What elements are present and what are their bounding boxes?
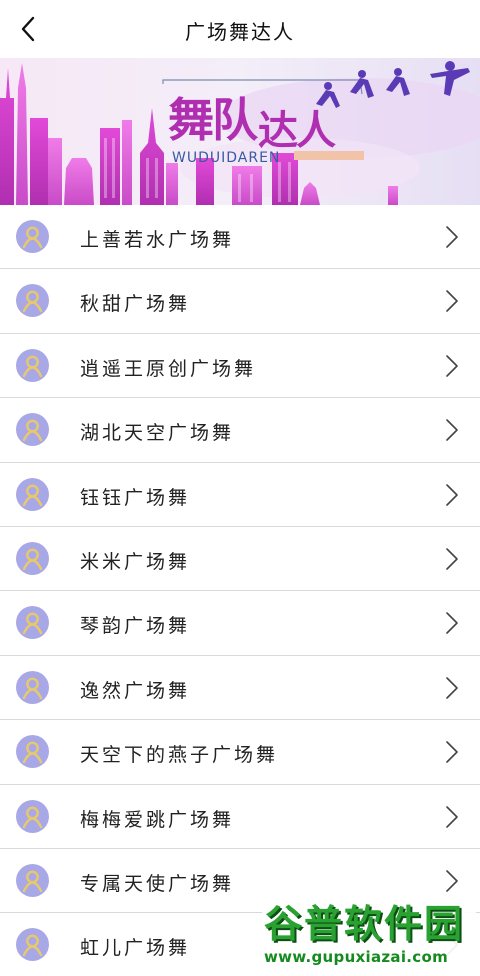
user-icon: [22, 806, 43, 828]
avatar: [16, 606, 49, 640]
list-item-label: 虹儿广场舞: [80, 937, 191, 960]
svg-text:舞队: 舞队: [168, 93, 259, 147]
watermark-url: www.gupuxiazai.com: [264, 948, 449, 966]
user-icon: [22, 484, 43, 506]
watermark-logo: 谷普软件园 www.gupuxiazai.com: [262, 900, 476, 972]
avatar: [16, 220, 49, 253]
chevron-right-icon: [446, 226, 458, 248]
list-item[interactable]: 逍遥王原创广场舞: [0, 333, 480, 399]
chevron-right-icon: [446, 483, 458, 506]
list-item-label: 天空下的燕子广场舞: [80, 744, 279, 767]
user-icon: [22, 677, 43, 699]
list-item[interactable]: 米米广场舞: [0, 526, 480, 592]
user-icon: [22, 355, 43, 377]
user-icon: [22, 870, 43, 893]
avatar: [16, 413, 49, 447]
user-icon: [22, 612, 43, 635]
list-item-label: 逍遥王原创广场舞: [80, 357, 257, 380]
list-item-label: 秋甜广场舞: [80, 293, 191, 316]
svg-text:WUDUIDAREN: WUDUIDAREN: [172, 150, 280, 166]
chevron-right-icon: [446, 419, 458, 441]
avatar: [16, 799, 49, 833]
list-item[interactable]: 天空下的燕子广场舞: [0, 720, 480, 785]
list-item[interactable]: 琴韵广场舞: [0, 591, 480, 656]
chevron-right-icon: [446, 612, 458, 635]
avatar: [16, 541, 49, 575]
list-item[interactable]: 逸然广场舞: [0, 655, 480, 721]
nav-bar: 广场舞达人: [0, 0, 480, 58]
avatar: [16, 928, 49, 962]
avatar: [16, 670, 49, 704]
list-item[interactable]: 梅梅爱跳广场舞: [0, 784, 480, 849]
list-item-label: 上善若水广场舞: [80, 229, 235, 251]
avatar: [16, 735, 49, 769]
list-item[interactable]: 上善若水广场舞: [0, 205, 480, 270]
user-icon: [22, 419, 43, 442]
watermark-text: 谷普软件园: [264, 902, 465, 946]
user-icon: [22, 290, 43, 313]
list-item-label: 专属天使广场舞: [80, 872, 235, 895]
chevron-right-icon: [446, 805, 458, 828]
team-list: 上善若水广场舞 秋甜广场舞逍遥王原创广场舞 湖北天空广场舞 钰钰广场舞米米广场舞琴韵广…: [0, 205, 480, 976]
avatar: [16, 348, 49, 382]
list-item[interactable]: 湖北天空广场舞: [0, 398, 480, 463]
chevron-right-icon: [446, 354, 458, 377]
banner-image: 舞队 达人 WUDUIDAREN: [0, 58, 480, 205]
chevron-right-icon: [446, 676, 458, 699]
chevron-right-icon: [446, 741, 458, 763]
user-icon: [22, 548, 43, 571]
list-item[interactable]: 钰钰广场舞: [0, 462, 480, 527]
list-item-label: 钰钰广场舞: [80, 486, 191, 509]
avatar: [16, 477, 49, 511]
list-item-label: 梅梅爱跳广场舞: [80, 808, 235, 831]
user-icon: [22, 741, 43, 764]
list-item-label: 琴韵广场舞: [80, 615, 191, 638]
user-icon: [22, 934, 43, 957]
user-icon: [22, 226, 43, 249]
list-item-label: 湖北天空广场舞: [80, 422, 235, 445]
svg-text:达人: 达人: [258, 108, 336, 154]
chevron-right-icon: [446, 870, 458, 892]
chevron-right-icon: [446, 548, 458, 570]
page-title: 广场舞达人: [185, 20, 295, 44]
avatar: [16, 863, 49, 897]
list-item-label: 逸然广场舞: [80, 679, 191, 702]
chevron-right-icon: [446, 290, 458, 313]
avatar: [16, 284, 49, 318]
list-item[interactable]: 秋甜广场舞: [0, 269, 480, 334]
list-item-label: 米米广场舞: [80, 550, 191, 573]
